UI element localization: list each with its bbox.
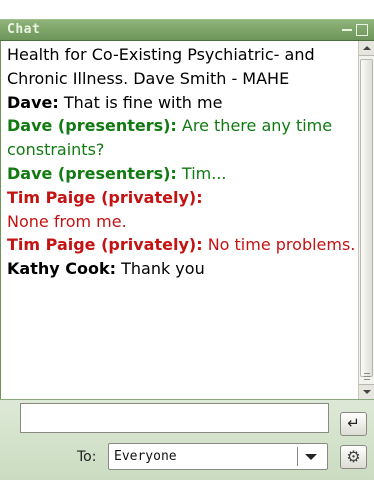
title-bar[interactable]: Chat [0, 19, 374, 41]
chat-message: Health for Co-Existing Psychiatric- and … [7, 43, 358, 91]
message-sender: Tim Paige (privately): [7, 187, 203, 207]
message-list: Health for Co-Existing Psychiatric- and … [1, 41, 358, 281]
enter-icon: ↵ [347, 414, 360, 432]
message-sender: Tim Paige (privately): [7, 235, 203, 255]
recipient-select[interactable]: Everyone [108, 443, 328, 470]
maximize-icon[interactable] [356, 24, 368, 36]
message-text: No time problems. [207, 235, 356, 255]
chat-message: Dave (presenters): Are there any time co… [7, 114, 358, 162]
chat-message: Tim Paige (privately): None from me. [7, 186, 358, 234]
message-text: Health for Co-Existing Psychiatric- and … [7, 45, 315, 88]
message-text: None from me. [7, 211, 127, 231]
chat-history[interactable]: Health for Co-Existing Psychiatric- and … [0, 41, 358, 399]
chat-panel: Chat Health for Co-Existing Psychiatric-… [0, 0, 374, 480]
window-controls [341, 23, 368, 37]
recipient-value: Everyone [114, 449, 177, 464]
chevron-down-icon[interactable] [305, 454, 317, 460]
chat-message: Dave: That is fine with me [7, 91, 358, 115]
chat-message: Kathy Cook: Thank you [7, 257, 358, 281]
gear-icon: ⚙ [346, 447, 361, 466]
input-bar: ↵ To: Everyone ⚙ [0, 399, 374, 480]
send-button[interactable]: ↵ [340, 412, 367, 436]
select-divider [297, 447, 298, 466]
scroll-up-arrow-icon[interactable] [359, 41, 374, 56]
chat-message: Dave (presenters): Tim... [7, 162, 358, 186]
message-text: That is fine with me [63, 92, 223, 112]
chat-message: Tim Paige (privately): No time problems. [7, 233, 358, 257]
message-sender: Dave (presenters): [7, 116, 177, 136]
message-text: Thank you [121, 259, 205, 279]
scroll-down-arrow-icon[interactable] [359, 384, 374, 399]
settings-button[interactable]: ⚙ [340, 445, 367, 469]
message-sender: Dave (presenters): [7, 163, 177, 183]
message-sender: Kathy Cook: [7, 259, 116, 279]
recipient-label: To: [77, 449, 97, 465]
message-sender: Dave: [7, 92, 59, 112]
minimize-icon[interactable] [341, 23, 353, 37]
grip-icon [364, 373, 370, 381]
message-input[interactable] [20, 403, 329, 433]
vertical-scrollbar[interactable] [358, 41, 374, 399]
message-text: Tim... [181, 163, 227, 183]
scroll-thumb[interactable] [360, 59, 373, 381]
window-title: Chat [7, 22, 41, 37]
